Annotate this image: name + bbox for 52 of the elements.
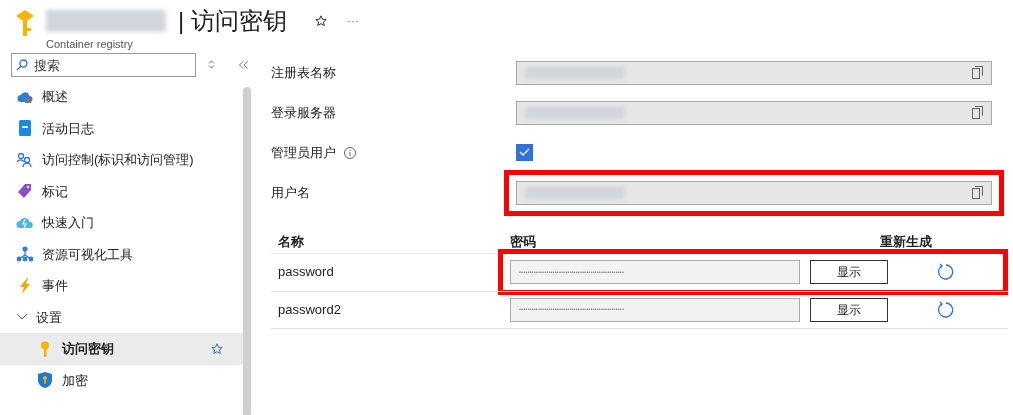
book-icon — [18, 120, 32, 137]
chevron-icon — [16, 313, 28, 322]
column-header: 重新生成 — [880, 232, 932, 251]
cloud-icon — [16, 215, 34, 230]
show-button[interactable]: 显示 — [810, 297, 888, 322]
show-button[interactable]: 显示 — [810, 260, 888, 284]
more-button[interactable]: ··· — [346, 12, 359, 30]
field-label: 登录服务器 — [271, 103, 336, 122]
field-label: 注册表名称 — [271, 63, 336, 82]
scrollbar[interactable] — [243, 87, 251, 415]
key-icon — [40, 340, 50, 357]
collapse-icon[interactable] — [239, 60, 248, 69]
sidebar-item[interactable]: 标记 — [0, 175, 243, 207]
search-field[interactable]: 搜索 — [11, 53, 196, 77]
people-icon — [16, 151, 34, 168]
star-icon[interactable] — [314, 15, 327, 27]
sidebar-item[interactable]: 事件 — [0, 270, 243, 302]
password-name: password — [277, 263, 335, 282]
page-subtitle: Container registry — [46, 37, 134, 52]
read-only-field[interactable] — [516, 100, 992, 125]
search-icon — [16, 58, 28, 71]
sidebar-item[interactable]: 设置 — [0, 301, 243, 333]
sort-icon[interactable] — [208, 60, 215, 70]
star-icon[interactable] — [211, 342, 223, 355]
sidebar-item[interactable]: 概述 — [0, 81, 243, 113]
shield-icon — [38, 372, 52, 389]
info-icon[interactable] — [344, 146, 356, 159]
checkbox[interactable] — [516, 144, 533, 161]
refresh-icon[interactable] — [936, 300, 954, 319]
field-label: 管理员用户 — [271, 143, 336, 162]
sidebar-item[interactable]: 访问密钥 — [0, 333, 243, 365]
read-only-field[interactable] — [516, 180, 992, 205]
column-header: 名称 — [277, 232, 305, 251]
check-icon — [519, 148, 530, 157]
field-label: 用户名 — [271, 183, 310, 202]
sidebar-item[interactable]: 快速入门 — [0, 207, 243, 239]
refresh-icon[interactable] — [936, 263, 954, 281]
copy-icon[interactable] — [972, 66, 983, 79]
lightning-icon — [19, 277, 31, 294]
copy-icon[interactable] — [972, 106, 983, 119]
hierarchy-icon — [17, 246, 33, 263]
column-header: 密码 — [510, 232, 537, 251]
sidebar-item[interactable]: 活动日志 — [0, 112, 243, 144]
page-title: | 访问密钥 — [178, 6, 287, 36]
read-only-field[interactable] — [516, 60, 992, 85]
sidebar-item[interactable]: 访问控制(标识和访问管理) — [0, 144, 243, 176]
password-name: password2 — [277, 300, 342, 319]
sidebar-item[interactable]: 加密 — [0, 364, 243, 396]
tag-icon — [17, 183, 33, 200]
sidebar-item[interactable]: 资源可视化工具 — [0, 238, 243, 270]
copy-icon[interactable] — [972, 186, 983, 199]
cloud-icon — [17, 89, 33, 104]
